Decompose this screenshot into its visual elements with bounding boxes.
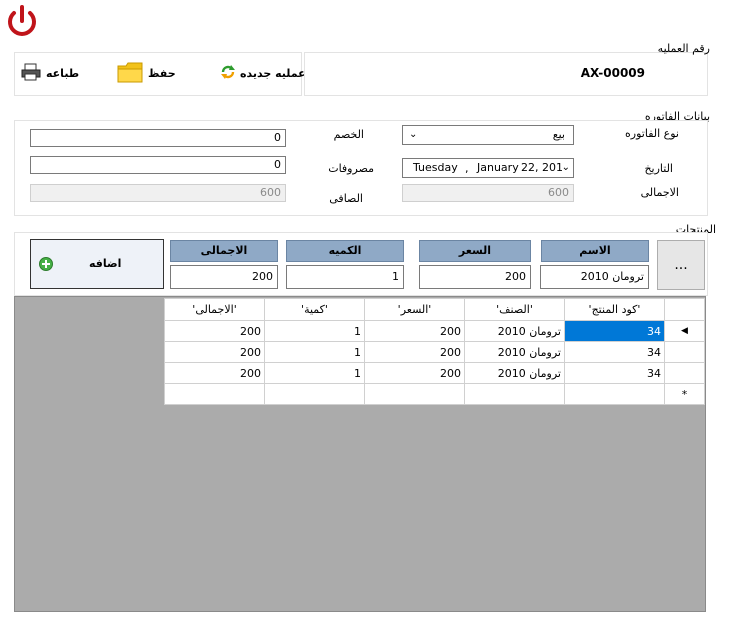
- print-label: طباعه: [46, 67, 80, 80]
- discount-field[interactable]: 0: [30, 129, 286, 147]
- grid-cell-item[interactable]: [464, 383, 565, 405]
- printer-icon: [20, 62, 42, 85]
- grid-cell-total[interactable]: [164, 383, 265, 405]
- new-row-marker[interactable]: *: [664, 383, 705, 405]
- product-qty-field[interactable]: 1: [286, 265, 404, 289]
- grid-corner: [664, 298, 705, 321]
- table-row[interactable]: 200 1 200 ترومان 2010 34 ◀: [164, 320, 705, 342]
- grid-cell-total[interactable]: 200: [164, 341, 265, 363]
- grid-col-qty[interactable]: 'كمية': [264, 298, 365, 321]
- grid-cell-code[interactable]: [564, 383, 665, 405]
- browse-button[interactable]: ...: [657, 240, 705, 290]
- operation-panel: [304, 52, 708, 96]
- price-header-button[interactable]: السعر: [419, 240, 531, 262]
- grid-cell-total[interactable]: 200: [164, 320, 265, 342]
- grid-cell-price[interactable]: [364, 383, 465, 405]
- current-row-marker[interactable]: ◀: [664, 320, 705, 342]
- name-header-button[interactable]: الاسم: [541, 240, 649, 262]
- discount-label: الخصم: [333, 128, 364, 141]
- grid-cell-price[interactable]: 200: [364, 320, 465, 342]
- total-header-button[interactable]: الاجمالى: [170, 240, 278, 262]
- print-button[interactable]: طباعه: [20, 62, 79, 85]
- date-month: January: [477, 161, 519, 174]
- grid-col-item[interactable]: 'الصنف': [464, 298, 565, 321]
- folder-icon: [116, 60, 144, 87]
- product-name-field[interactable]: ترومان 2010: [540, 265, 649, 289]
- operation-label: رقم العمليه: [657, 42, 710, 55]
- qty-header-button[interactable]: الكميه: [286, 240, 404, 262]
- table-row[interactable]: 200 1 200 ترومان 2010 34: [164, 362, 705, 384]
- plus-circle-icon: [39, 257, 53, 274]
- grid-cell-item[interactable]: ترومان 2010: [464, 341, 565, 363]
- date-sep: ,: [465, 162, 469, 175]
- date-picker[interactable]: Tuesday , January 22, 201 ⌄: [402, 158, 574, 178]
- row-header[interactable]: [664, 362, 705, 384]
- grid-cell-code[interactable]: 34: [564, 320, 665, 342]
- chevron-down-icon: ⌄: [409, 129, 418, 140]
- invoice-type-select[interactable]: ⌄ بيع: [402, 125, 574, 145]
- net-label: الصافى: [329, 192, 363, 205]
- expenses-label: مصروفات: [328, 162, 374, 175]
- add-button[interactable]: اضافه: [30, 239, 164, 289]
- product-price-field[interactable]: 200: [419, 265, 531, 289]
- grid-cell-item[interactable]: ترومان 2010: [464, 362, 565, 384]
- operation-number: AX-00009: [580, 66, 645, 80]
- grid-cell-qty[interactable]: 1: [264, 341, 365, 363]
- grid-col-code[interactable]: 'كود المنتج': [564, 298, 665, 321]
- add-label: اضافه: [89, 257, 122, 270]
- expenses-field[interactable]: 0: [30, 156, 286, 174]
- invoice-type-value: بيع: [552, 128, 565, 141]
- grid-cell-price[interactable]: 200: [364, 362, 465, 384]
- grid-cell-qty[interactable]: 1: [264, 362, 365, 384]
- grid-cell-total[interactable]: 200: [164, 362, 265, 384]
- new-operation-button[interactable]: عمليه جديده: [220, 64, 306, 83]
- grid-col-total[interactable]: 'الاجمالى': [164, 298, 265, 321]
- grid-cell-code[interactable]: 34: [564, 341, 665, 363]
- net-field: 600: [30, 184, 286, 202]
- grid-cell-price[interactable]: 200: [364, 341, 465, 363]
- table-row[interactable]: 200 1 200 ترومان 2010 34: [164, 341, 705, 363]
- new-operation-label: عمليه جديده: [240, 67, 306, 80]
- date-label: التاريخ: [644, 162, 673, 175]
- new-row[interactable]: *: [164, 383, 705, 405]
- grid-cell-code[interactable]: 34: [564, 362, 665, 384]
- product-total-field[interactable]: 200: [170, 265, 278, 289]
- grid-header-row: 'الاجمالى' 'كمية' 'السعر' 'الصنف' 'كود ا…: [164, 298, 705, 321]
- save-label: حفظ: [148, 67, 176, 80]
- save-button[interactable]: حفظ: [116, 60, 176, 87]
- grid-cell-qty[interactable]: [264, 383, 365, 405]
- invoice-total-field: 600: [402, 184, 574, 202]
- invoice-total-label: الاجمالى: [640, 186, 679, 199]
- invoice-type-label: نوع الفاتوره: [625, 127, 679, 140]
- chevron-down-icon: ⌄: [561, 162, 570, 173]
- products-grid[interactable]: 'الاجمالى' 'كمية' 'السعر' 'الصنف' 'كود ا…: [164, 298, 705, 405]
- row-header[interactable]: [664, 341, 705, 363]
- date-day: Tuesday: [413, 161, 458, 174]
- refresh-icon: [220, 64, 236, 83]
- power-icon[interactable]: [2, 4, 42, 40]
- grid-cell-qty[interactable]: 1: [264, 320, 365, 342]
- date-rest: 22, 201: [521, 161, 563, 174]
- grid-col-price[interactable]: 'السعر': [364, 298, 465, 321]
- grid-cell-item[interactable]: ترومان 2010: [464, 320, 565, 342]
